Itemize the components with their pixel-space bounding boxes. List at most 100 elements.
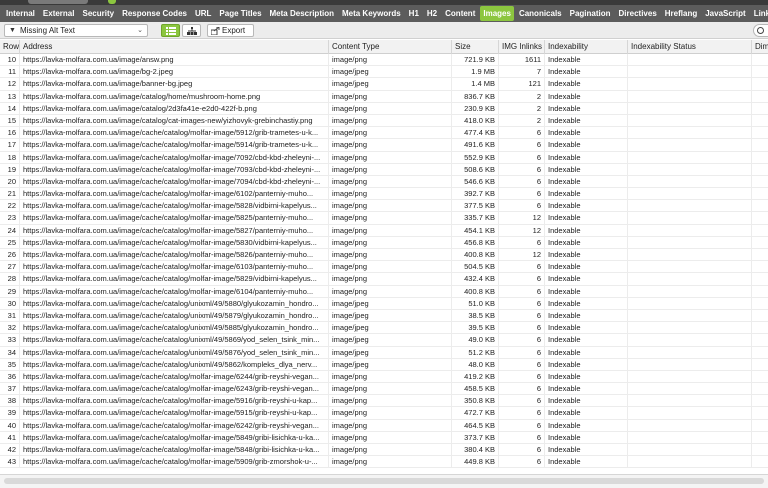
tab-meta-description[interactable]: Meta Description xyxy=(267,6,337,21)
table-row[interactable]: 29 https://lavka-molfara.com.ua/image/cac… xyxy=(0,285,768,298)
table-row[interactable]: 25 https://lavka-molfara.com.ua/image/cac… xyxy=(0,236,768,249)
table-row[interactable]: 20 https://lavka-molfara.com.ua/image/cac… xyxy=(0,175,768,189)
table-row[interactable]: 21 https://lavka-molfara.com.ua/image/cac… xyxy=(0,188,768,201)
row-content-type: image/png xyxy=(329,431,452,444)
table-row[interactable]: 34 https://lavka-molfara.com.ua/image/cac… xyxy=(0,346,768,359)
tab-internal[interactable]: Internal xyxy=(3,6,38,21)
row-indexability-status xyxy=(628,66,752,79)
row-size: 49.0 KB xyxy=(452,334,499,347)
table-row[interactable]: 12 https://lavka-molfara.com.ua/image/ban… xyxy=(0,78,768,91)
row-content-type: image/png xyxy=(329,212,452,225)
tab-content[interactable]: Content xyxy=(442,6,478,21)
table-header: Row Address Content Type Size IMG Inlink… xyxy=(0,40,768,54)
chevron-down-icon: ⌄ xyxy=(137,27,143,34)
row-dimensions xyxy=(752,310,768,322)
tab-url[interactable]: URL xyxy=(192,6,214,21)
export-button[interactable]: Export xyxy=(207,24,254,37)
tab-hreflang[interactable]: Hreflang xyxy=(662,6,700,21)
tab-security[interactable]: Security xyxy=(79,6,117,21)
list-view-button[interactable] xyxy=(161,24,180,37)
column-header-row[interactable]: Row xyxy=(0,40,20,54)
table-row[interactable]: 33 https://lavka-molfara.com.ua/image/cac… xyxy=(0,334,768,347)
filter-select[interactable]: ▼ Missing Alt Text ⌄ xyxy=(4,24,148,37)
tab-page-titles[interactable]: Page Titles xyxy=(216,6,264,21)
table-row[interactable]: 35 https://lavka-molfara.com.ua/image/cac… xyxy=(0,358,768,371)
table-row[interactable]: 32 https://lavka-molfara.com.ua/image/cac… xyxy=(0,322,768,335)
table-row[interactable]: 24 https://lavka-molfara.com.ua/image/cac… xyxy=(0,224,768,237)
tab-response-codes[interactable]: Response Codes xyxy=(119,6,190,21)
table-row[interactable]: 15 https://lavka-molfara.com.ua/image/cat… xyxy=(0,114,768,128)
search-input[interactable] xyxy=(753,24,768,37)
row-address: https://lavka-molfara.com.ua/image/cache… xyxy=(20,188,329,201)
row-indexability-status xyxy=(628,431,752,444)
tab-h1[interactable]: H1 xyxy=(406,6,422,21)
table-row[interactable]: 40 https://lavka-molfara.com.ua/image/cac… xyxy=(0,419,768,432)
row-address: https://lavka-molfara.com.ua/image/cache… xyxy=(20,151,329,164)
row-number: 19 xyxy=(0,163,20,176)
tree-view-button[interactable] xyxy=(182,24,201,37)
column-header-size[interactable]: Size xyxy=(452,40,499,54)
table-row[interactable]: 27 https://lavka-molfara.com.ua/image/cac… xyxy=(0,261,768,274)
table-row[interactable]: 16 https://lavka-molfara.com.ua/image/cac… xyxy=(0,127,768,140)
column-header-img-inlinks[interactable]: IMG Inlinks xyxy=(499,40,545,54)
row-number: 17 xyxy=(0,139,20,152)
table-row[interactable]: 11 https://lavka-molfara.com.ua/image/bg-… xyxy=(0,66,768,79)
row-content-type: image/png xyxy=(329,188,452,201)
table-row[interactable]: 19 https://lavka-molfara.com.ua/image/cac… xyxy=(0,163,768,176)
row-dimensions xyxy=(752,249,768,261)
row-img-inlinks: 6 xyxy=(499,200,545,213)
table-row[interactable]: 41 https://lavka-molfara.com.ua/image/cac… xyxy=(0,431,768,444)
column-header-content-type[interactable]: Content Type xyxy=(329,40,452,54)
table-row[interactable]: 18 https://lavka-molfara.com.ua/image/cac… xyxy=(0,151,768,164)
horizontal-scrollbar[interactable] xyxy=(4,478,764,484)
tab-javascript[interactable]: JavaScript xyxy=(702,6,748,21)
table-row[interactable]: 31 https://lavka-molfara.com.ua/image/cac… xyxy=(0,309,768,323)
table-row[interactable]: 36 https://lavka-molfara.com.ua/image/cac… xyxy=(0,370,768,384)
row-dimensions xyxy=(752,91,768,103)
row-img-inlinks: 2 xyxy=(499,102,545,115)
column-header-indexability-status[interactable]: Indexability Status xyxy=(628,40,752,54)
table-row[interactable]: 26 https://lavka-molfara.com.ua/image/cac… xyxy=(0,249,768,262)
table-row[interactable]: 43 https://lavka-molfara.com.ua/image/cac… xyxy=(0,456,768,469)
table-row[interactable]: 39 https://lavka-molfara.com.ua/image/cac… xyxy=(0,407,768,420)
row-indexability-status xyxy=(628,322,752,335)
column-header-dimensions[interactable]: Dime xyxy=(752,40,768,54)
table-row[interactable]: 30 https://lavka-molfara.com.ua/image/cac… xyxy=(0,297,768,310)
tab-canonicals[interactable]: Canonicals xyxy=(516,6,565,21)
row-indexability-status xyxy=(628,200,752,213)
row-indexability: Indexable xyxy=(545,66,628,79)
row-indexability: Indexable xyxy=(545,395,628,408)
row-size: 477.4 KB xyxy=(452,127,499,140)
table-row[interactable]: 38 https://lavka-molfara.com.ua/image/cac… xyxy=(0,395,768,408)
row-img-inlinks: 6 xyxy=(499,370,545,383)
row-address: https://lavka-molfara.com.ua/image/cache… xyxy=(20,200,329,213)
table-row[interactable]: 22 https://lavka-molfara.com.ua/image/cac… xyxy=(0,200,768,213)
table-row[interactable]: 13 https://lavka-molfara.com.ua/image/cat… xyxy=(0,90,768,103)
table-row[interactable]: 42 https://lavka-molfara.com.ua/image/cac… xyxy=(0,444,768,457)
tab-pagination[interactable]: Pagination xyxy=(567,6,614,21)
tree-view-icon xyxy=(186,27,197,35)
row-number: 31 xyxy=(0,309,20,322)
table-row[interactable]: 23 https://lavka-molfara.com.ua/image/cac… xyxy=(0,212,768,225)
tab-h2[interactable]: H2 xyxy=(424,6,440,21)
tab-links[interactable]: Links xyxy=(751,6,768,21)
row-number: 37 xyxy=(0,383,20,396)
row-dimensions xyxy=(752,127,768,139)
column-header-address[interactable]: Address xyxy=(20,40,329,54)
table-row[interactable]: 28 https://lavka-molfara.com.ua/image/cac… xyxy=(0,273,768,286)
row-number: 33 xyxy=(0,334,20,347)
table-row[interactable]: 37 https://lavka-molfara.com.ua/image/cac… xyxy=(0,383,768,396)
column-header-indexability[interactable]: Indexability xyxy=(545,40,628,54)
row-img-inlinks: 6 xyxy=(499,285,545,298)
row-dimensions xyxy=(752,78,768,90)
table-row[interactable]: 17 https://lavka-molfara.com.ua/image/cac… xyxy=(0,139,768,152)
results-table: Row Address Content Type Size IMG Inlink… xyxy=(0,40,768,469)
tab-directives[interactable]: Directives xyxy=(616,6,660,21)
tab-images[interactable]: Images xyxy=(480,6,514,21)
table-row[interactable]: 14 https://lavka-molfara.com.ua/image/cat… xyxy=(0,102,768,115)
tab-meta-keywords[interactable]: Meta Keywords xyxy=(339,6,404,21)
tab-external[interactable]: External xyxy=(40,6,78,21)
row-number: 35 xyxy=(0,358,20,371)
row-indexability: Indexable xyxy=(545,346,628,359)
table-row[interactable]: 10 https://lavka-molfara.com.ua/image/ans… xyxy=(0,54,768,67)
